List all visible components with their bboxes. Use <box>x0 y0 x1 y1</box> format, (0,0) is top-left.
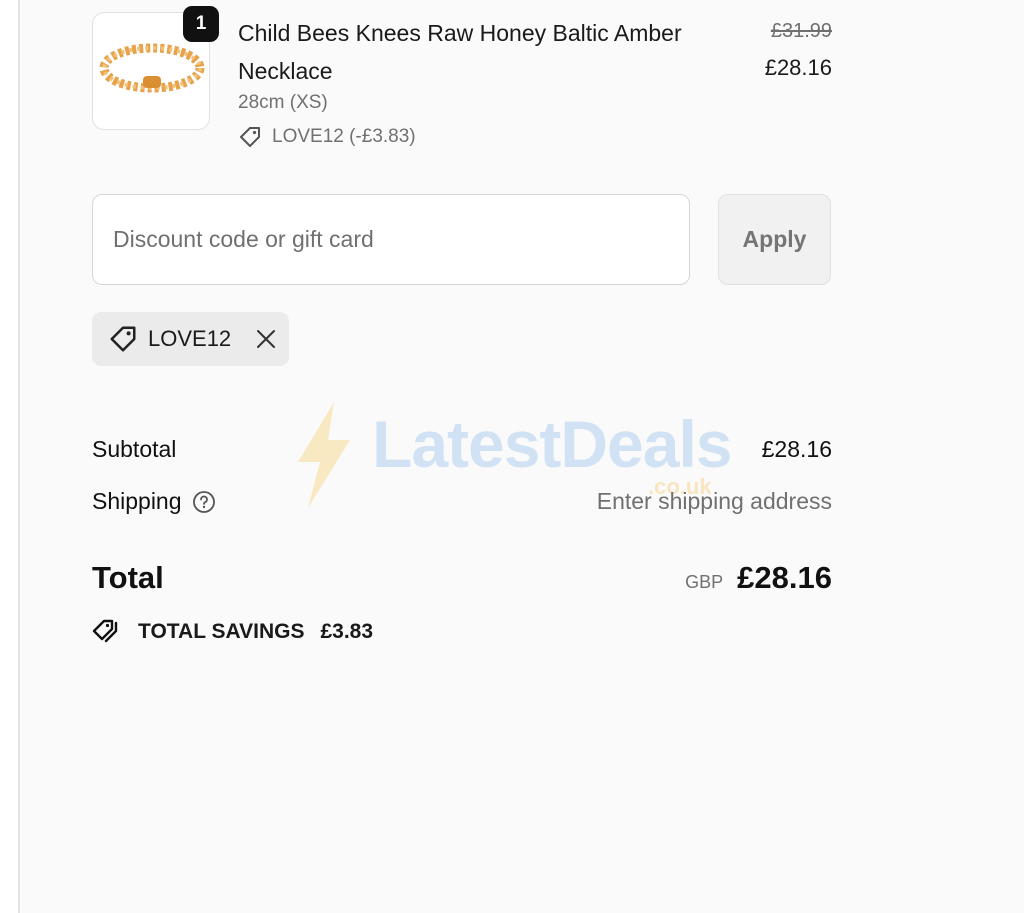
applied-discount-chip: LOVE12 <box>92 312 289 366</box>
discount-code-input[interactable] <box>92 194 690 285</box>
shipping-row: Shipping Enter shipping address <box>92 488 832 515</box>
line-discount-text: LOVE12 (-£3.83) <box>272 126 416 147</box>
subtotal-value: £28.16 <box>761 436 832 462</box>
product-title: Child Bees Knees Raw Honey Baltic Amber … <box>238 20 682 84</box>
applied-code: LOVE12 <box>148 326 232 351</box>
total-label: Total <box>92 560 164 595</box>
savings-value: £3.83 <box>320 620 374 643</box>
savings-label: TOTAL SAVINGS <box>138 620 305 643</box>
product-thumbnail: 1 <box>92 6 219 130</box>
close-icon <box>257 330 276 348</box>
total-savings: TOTAL SAVINGS £3.83 <box>92 617 373 647</box>
remove-discount-button[interactable] <box>255 328 277 350</box>
amber-necklace-image <box>99 43 205 93</box>
cart-line-item: 1 Child Bees Knees Raw Honey Baltic Ambe… <box>92 6 832 152</box>
product-variant: 28cm (XS) <box>238 92 328 113</box>
tag-icon <box>110 326 136 352</box>
shipping-label-group: Shipping <box>92 488 216 515</box>
subtotal-label: Subtotal <box>92 436 177 462</box>
apply-button[interactable]: Apply <box>718 194 831 285</box>
left-panel-edge <box>0 0 20 913</box>
total-row: Total GBP £28.16 <box>92 560 832 596</box>
tag-icon <box>240 127 260 147</box>
help-icon[interactable] <box>192 490 216 514</box>
currency-code: GBP <box>685 572 724 592</box>
line-discount: LOVE12 (-£3.83) <box>238 125 416 149</box>
shipping-value: Enter shipping address <box>596 488 832 514</box>
quantity-badge: 1 <box>183 6 219 42</box>
sale-price: £28.16 <box>764 55 832 80</box>
total-amount-group: GBP £28.16 <box>685 560 832 596</box>
tags-icon <box>92 619 118 643</box>
subtotal-row: Subtotal £28.16 <box>92 436 832 463</box>
shipping-label: Shipping <box>92 488 182 514</box>
original-price: £31.99 <box>770 20 832 42</box>
total-value: £28.16 <box>737 560 832 595</box>
